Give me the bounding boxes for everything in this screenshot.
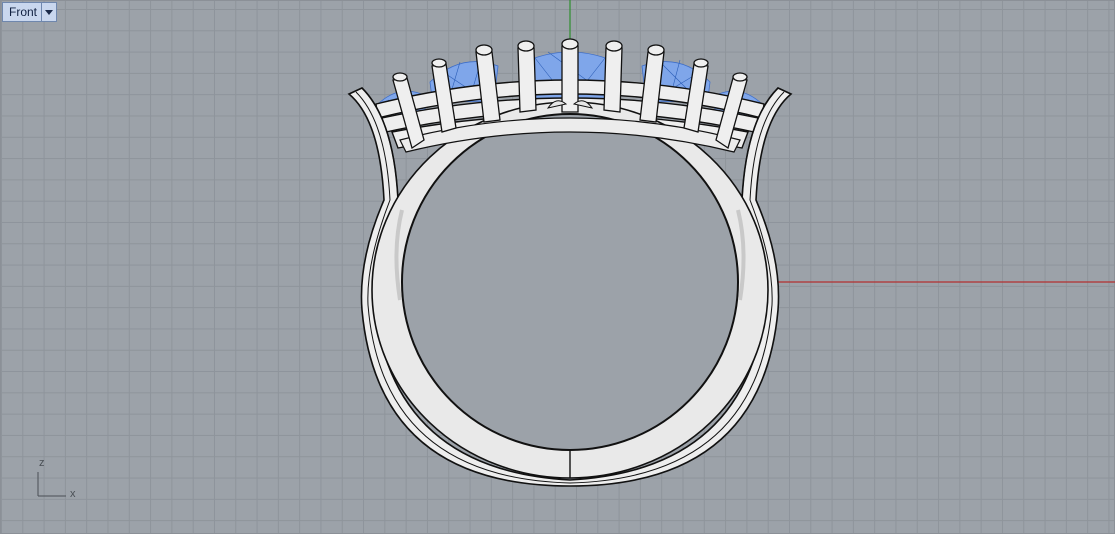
- prong: [561, 38, 579, 113]
- prong: [517, 40, 537, 113]
- finger-hole: [401, 113, 739, 451]
- front-viewport[interactable]: Front z x: [0, 0, 1115, 534]
- ring-model: [347, 38, 793, 487]
- prong: [603, 40, 623, 113]
- gizmo-x-label: x: [70, 488, 76, 500]
- ring-scene[interactable]: z x: [0, 0, 1115, 534]
- gizmo-z-label: z: [39, 457, 45, 469]
- axis-gizmo: z x: [37, 457, 76, 500]
